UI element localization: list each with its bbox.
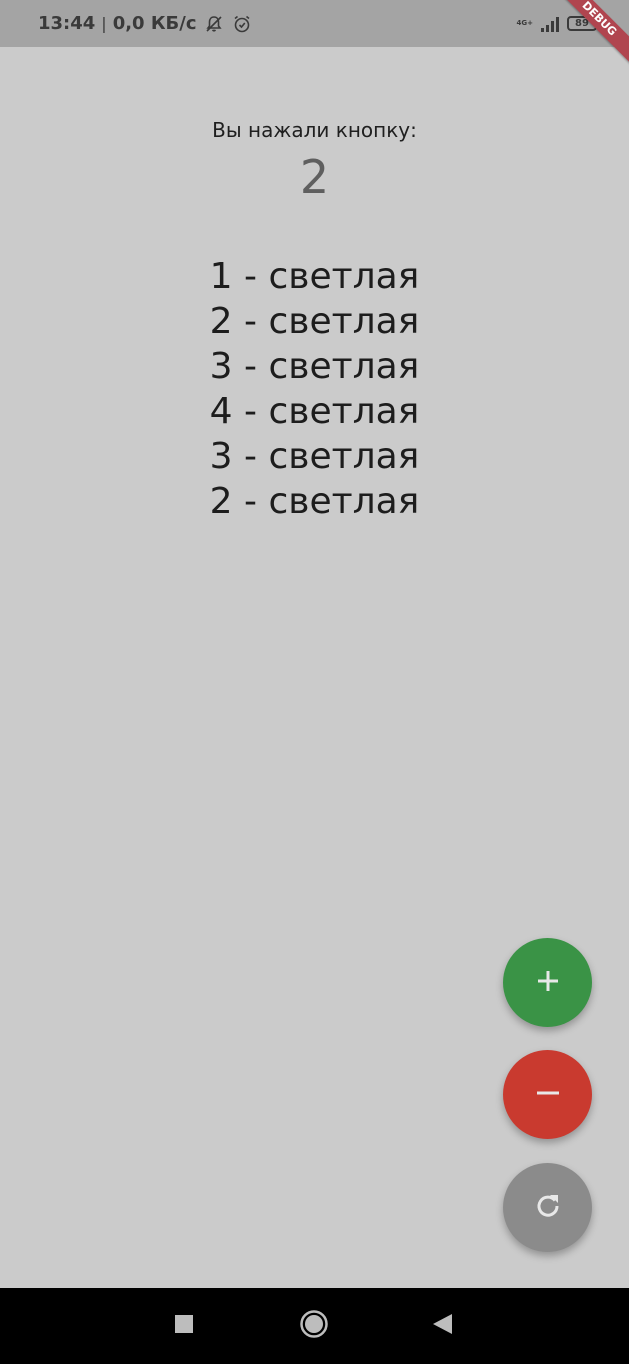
- signal-icon: [539, 13, 561, 35]
- reset-button[interactable]: [503, 1163, 592, 1252]
- history-item: 3 - светлая: [209, 346, 420, 387]
- increment-button[interactable]: [503, 938, 592, 1027]
- recents-button[interactable]: [154, 1288, 214, 1364]
- history-item: 1 - светлая: [209, 256, 420, 297]
- refresh-icon: [533, 1191, 563, 1225]
- decrement-button[interactable]: [503, 1050, 592, 1139]
- triangle-back-icon: [431, 1312, 453, 1340]
- plus-icon: [534, 967, 562, 999]
- counter-value: 2: [299, 150, 330, 204]
- status-time: 13:44: [38, 13, 96, 34]
- history-item: 2 - светлая: [209, 481, 420, 522]
- history-item: 3 - светлая: [209, 436, 420, 477]
- square-icon: [174, 1314, 194, 1338]
- history-item: 4 - светлая: [209, 391, 420, 432]
- status-network-speed: 0,0 КБ/с: [112, 13, 197, 34]
- history-item: 2 - светлая: [209, 301, 420, 342]
- circle-icon: [299, 1309, 329, 1343]
- network-type-label: 4G+: [516, 19, 533, 27]
- status-separator: |: [101, 14, 107, 33]
- status-bar-left: 13:44 | 0,0 КБ/с: [38, 0, 253, 47]
- back-button[interactable]: [412, 1288, 472, 1364]
- minus-icon: [534, 1079, 562, 1111]
- home-button[interactable]: [284, 1288, 344, 1364]
- pressed-count-label: Вы нажали кнопку:: [212, 118, 417, 142]
- history-list: 1 - светлая 2 - светлая 3 - светлая 4 - …: [0, 254, 629, 524]
- notifications-off-icon: [203, 13, 225, 35]
- alarm-icon: [231, 13, 253, 35]
- navigation-bar: [0, 1288, 629, 1364]
- status-bar: 13:44 | 0,0 КБ/с 4G+ 89 DEBUG: [0, 0, 629, 68]
